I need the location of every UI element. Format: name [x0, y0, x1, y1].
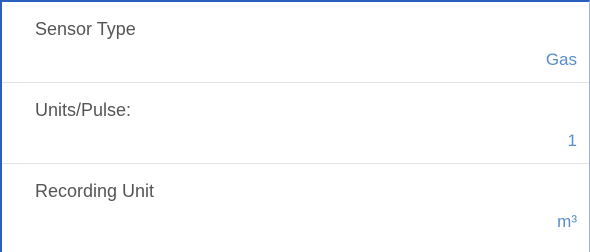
setting-row-recording-unit[interactable]: Recording Unit m³ [2, 164, 589, 245]
setting-row-sensor-type[interactable]: Sensor Type Gas [2, 2, 589, 83]
settings-panel: Sensor Type Gas Units/Pulse: 1 Recording… [0, 0, 590, 252]
setting-row-units-per-pulse[interactable]: Units/Pulse: 1 [2, 83, 589, 164]
setting-label: Units/Pulse: [35, 100, 132, 120]
setting-value: m³ [557, 212, 577, 231]
setting-value: Gas [545, 50, 577, 69]
setting-label: Recording Unit [35, 181, 155, 201]
setting-value: 1 [567, 131, 577, 150]
setting-label: Sensor Type [35, 19, 136, 39]
